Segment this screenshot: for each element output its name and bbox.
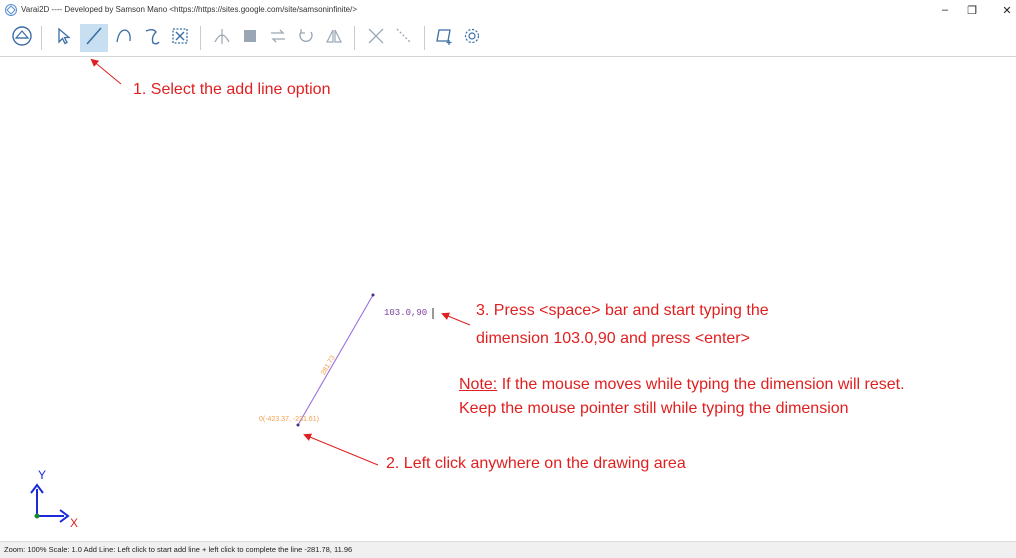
- note-label: Note:: [459, 376, 498, 393]
- fill-icon: [239, 25, 261, 52]
- toolbar-separator: [41, 26, 42, 50]
- rotate-icon: [295, 25, 317, 52]
- trim-button[interactable]: [208, 24, 236, 52]
- select-button[interactable]: [50, 24, 78, 52]
- note-text: If the mouse moves while typing the dime…: [497, 376, 905, 393]
- note-annotation-line2: Keep the mouse pointer still while typin…: [459, 400, 849, 417]
- window-title: Varai2D ---- Developed by Samson Mano <h…: [21, 5, 358, 14]
- mirror-icon: [323, 25, 345, 52]
- add-surface-icon: [433, 25, 455, 52]
- step3-annotation-line1: 3. Press <space> bar and start typing th…: [476, 302, 769, 319]
- y-axis-label: Y: [38, 468, 47, 482]
- line-start-point: [296, 423, 300, 427]
- dimension-input-text: 103.0,90: [384, 308, 428, 318]
- dashed-line-icon: [393, 25, 415, 52]
- toolbar-separator: [354, 26, 355, 50]
- step1-arrow: [90, 58, 122, 85]
- step1-annotation: 1. Select the add line option: [133, 81, 331, 98]
- settings-gear-icon: [461, 25, 483, 52]
- start-coordinate-label: 0(-423.37, -231.61): [259, 416, 319, 423]
- add-line-button[interactable]: [80, 24, 108, 52]
- add-curve-button[interactable]: [138, 24, 166, 52]
- mirror-button[interactable]: [320, 24, 348, 52]
- select-window-button[interactable]: [166, 24, 194, 52]
- dashed-line-button[interactable]: [390, 24, 418, 52]
- zoom-fit-button[interactable]: [8, 24, 36, 52]
- close-button[interactable]: ✕: [996, 2, 1016, 18]
- status-text: Zoom: 100% Scale: 1.0 Add Line: Left cli…: [4, 545, 353, 554]
- line-end-point: [371, 293, 375, 297]
- trim-icon: [211, 25, 233, 52]
- add-curve-icon: [141, 25, 163, 52]
- app-logo-icon: [4, 3, 18, 17]
- origin-point: [34, 513, 40, 519]
- add-surface-button[interactable]: [430, 24, 458, 52]
- offset-icon: [267, 25, 289, 52]
- title-bar: Varai2D ---- Developed by Samson Mano <h…: [0, 0, 1016, 22]
- delete-icon: [365, 25, 387, 52]
- add-arc-icon: [113, 25, 135, 52]
- toolbar: [0, 22, 1016, 57]
- step3-annotation-line2: dimension 103.0,90 and press <enter>: [476, 330, 750, 347]
- step2-arrow: [303, 433, 379, 466]
- step2-annotation: 2. Left click anywhere on the drawing ar…: [386, 455, 686, 472]
- offset-button[interactable]: [264, 24, 292, 52]
- settings-button[interactable]: [458, 24, 486, 52]
- toolbar-separator: [200, 26, 201, 50]
- rotate-button[interactable]: [292, 24, 320, 52]
- maximize-button[interactable]: ❐: [961, 2, 983, 18]
- minimize-button[interactable]: –: [934, 2, 956, 18]
- drawing-canvas[interactable]: 1. Select the add line option 2. Left cl…: [0, 57, 1016, 541]
- toolbar-separator: [424, 26, 425, 50]
- zoom-fit-icon: [11, 25, 33, 52]
- add-arc-button[interactable]: [110, 24, 138, 52]
- select-window-icon: [169, 25, 191, 52]
- step3-arrow: [441, 312, 471, 326]
- status-bar: Zoom: 100% Scale: 1.0 Add Line: Left cli…: [0, 541, 1016, 558]
- x-axis-label: X: [70, 516, 79, 530]
- note-annotation-line1: Note: If the mouse moves while typing th…: [459, 376, 905, 394]
- add-line-icon: [83, 25, 105, 52]
- delete-button[interactable]: [362, 24, 390, 52]
- select-pointer-icon: [53, 25, 75, 52]
- fill-button[interactable]: [236, 24, 264, 52]
